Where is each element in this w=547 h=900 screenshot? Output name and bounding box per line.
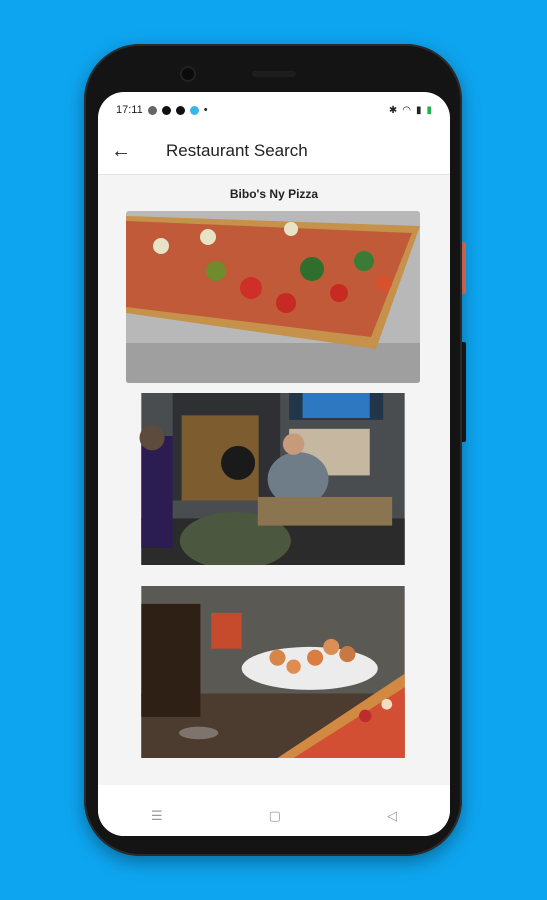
app-a-icon xyxy=(175,105,185,115)
wifi-icon: ◠ xyxy=(402,104,411,116)
notification-icon xyxy=(147,105,157,115)
navigation-bar: ☰ ▢ ◁ xyxy=(98,795,450,836)
arrow-left-icon: ← xyxy=(111,139,131,162)
content-area: Bibo's Ny Pizza xyxy=(98,175,450,785)
status-time: 17:11 xyxy=(116,104,143,116)
earpiece xyxy=(252,71,296,77)
app-blue-icon xyxy=(189,105,199,115)
status-dot: • xyxy=(203,104,208,116)
restaurant-name: Bibo's Ny Pizza xyxy=(229,187,319,201)
app-bar: ← Restaurant Search xyxy=(98,128,450,175)
home-icon[interactable]: ▢ xyxy=(269,808,281,824)
front-camera xyxy=(182,68,194,80)
bluetooth-icon: ✱ xyxy=(388,104,398,116)
battery-icon: ▮ xyxy=(426,104,432,116)
back-button[interactable]: ← xyxy=(98,128,144,174)
page-title: Restaurant Search xyxy=(166,141,308,160)
wings-and-pizza-photo[interactable] xyxy=(126,586,420,758)
pizza-slice-photo[interactable] xyxy=(126,211,420,383)
phone-screen: 17:11 • ✱ ◠ ▮ ▮ ← Restaurant Search Bibo… xyxy=(98,92,450,836)
restaurant-interior-photo[interactable] xyxy=(126,393,420,565)
recent-apps-icon[interactable]: ☰ xyxy=(151,808,163,824)
system-back-icon[interactable]: ◁ xyxy=(387,808,397,824)
signal-icon: ▮ xyxy=(415,104,422,116)
status-bar: 17:11 • ✱ ◠ ▮ ▮ xyxy=(98,92,450,128)
youtube-icon xyxy=(161,105,171,115)
